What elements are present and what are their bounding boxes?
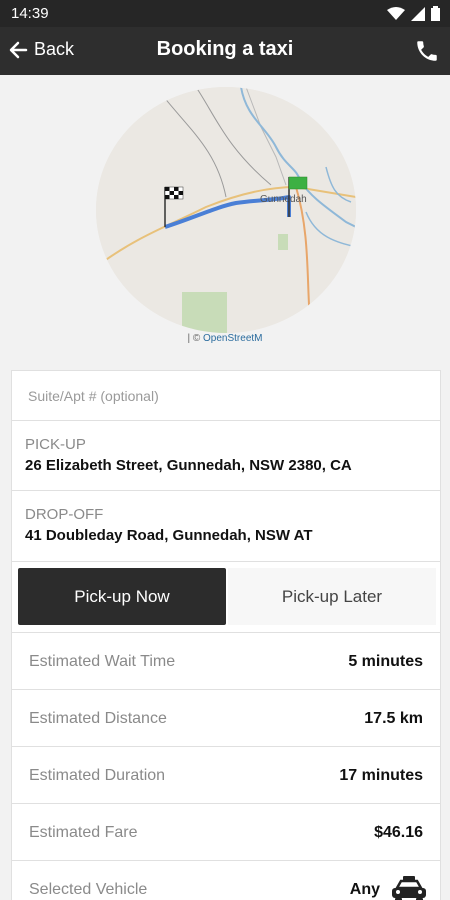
pickup-field[interactable]: PICK-UP 26 Elizabeth Street, Gunnedah, N… [12,421,440,491]
wait-time-label: Estimated Wait Time [29,653,176,670]
taxi-icon [392,876,426,900]
vehicle-value: Any [349,881,380,898]
route-map[interactable]: Gunnedah [96,87,356,333]
app-bar: Back Booking a taxi [0,27,450,75]
duration-label: Estimated Duration [29,767,166,784]
duration-row: Estimated Duration 17 minutes [12,747,440,804]
status-icons [387,6,440,21]
map-graphic: Gunnedah [96,87,356,333]
distance-row: Estimated Distance 17.5 km [12,690,440,747]
pickup-now-button[interactable]: Pick-up Now [18,568,226,625]
address-form: PICK-UP 26 Elizabeth Street, Gunnedah, N… [11,370,441,562]
wait-time-value: 5 minutes [348,653,423,670]
estimates-list: Estimated Wait Time 5 minutes Estimated … [11,632,441,900]
duration-value: 17 minutes [339,767,423,784]
pickup-time-toggle: Pick-up Now Pick-up Later [11,562,441,632]
vehicle-label: Selected Vehicle [29,881,148,898]
distance-value: 17.5 km [364,710,423,727]
fare-value: $46.16 [374,824,423,841]
map-attribution: | © OpenStreetM [0,333,450,344]
battery-icon [431,6,440,21]
wifi-icon [387,6,405,20]
attribution-prefix: | © [187,333,201,344]
status-time: 14:39 [11,5,49,22]
suite-field[interactable] [12,371,440,421]
map-view[interactable]: Gunnedah [96,87,356,333]
pickup-later-button[interactable]: Pick-up Later [228,568,436,625]
dropoff-label: DROP-OFF [25,506,104,523]
fare-label: Estimated Fare [29,824,138,841]
map-town-label: Gunnedah [260,194,307,205]
wait-time-row: Estimated Wait Time 5 minutes [12,633,440,690]
signal-icon [411,6,425,21]
page-title: Booking a taxi [156,38,294,60]
suite-input[interactable] [28,388,408,404]
vehicle-row[interactable]: Selected Vehicle Any [12,861,440,900]
phone-icon [417,41,437,61]
fare-row: Estimated Fare $46.16 [12,804,440,861]
pickup-address: 26 Elizabeth Street, Gunnedah, NSW 2380,… [25,457,352,474]
distance-label: Estimated Distance [29,710,167,727]
attribution-link[interactable]: OpenStreetM [203,333,262,344]
dropoff-address: 41 Doubleday Road, Gunnedah, NSW AT [25,527,313,544]
status-bar: 14:39 [0,0,450,27]
dropoff-field[interactable]: DROP-OFF 41 Doubleday Road, Gunnedah, NS… [12,491,440,561]
pickup-label: PICK-UP [25,436,86,453]
call-button[interactable] [414,38,440,69]
